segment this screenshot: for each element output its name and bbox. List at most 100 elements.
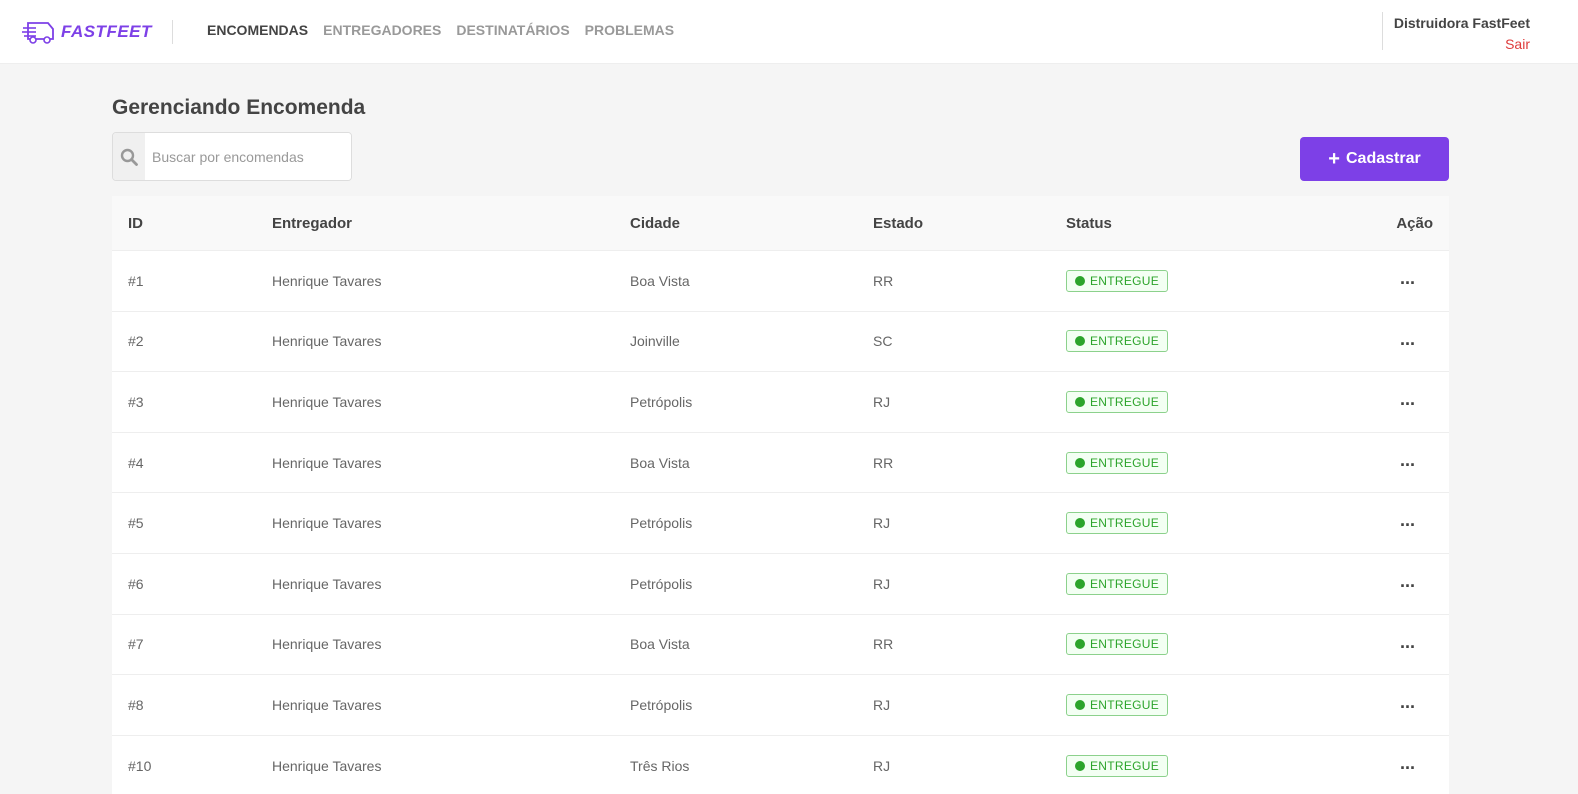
status-dot-icon bbox=[1075, 336, 1085, 347]
cell-id: #10 bbox=[128, 757, 152, 774]
cell-state: RR bbox=[873, 272, 894, 289]
table-row[interactable]: #6 Henrique Tavares Petrópolis RJ ENTREG… bbox=[112, 552, 1449, 614]
header-deliveryman: Entregador bbox=[272, 214, 353, 232]
cell-city: Boa Vista bbox=[630, 454, 690, 471]
search-box bbox=[112, 132, 352, 181]
plus-icon: + bbox=[1328, 148, 1340, 170]
cell-id: #3 bbox=[128, 393, 144, 410]
cell-city: Boa Vista bbox=[630, 636, 690, 653]
more-options-icon[interactable]: ... bbox=[1400, 451, 1415, 469]
table-row[interactable]: #7 Henrique Tavares Boa Vista RR ENTREGU… bbox=[112, 613, 1449, 675]
header-divider bbox=[172, 20, 173, 44]
add-order-button[interactable]: + Cadastrar bbox=[1300, 137, 1449, 181]
status-label: ENTREGUE bbox=[1090, 455, 1160, 470]
header-action: Ação bbox=[1396, 214, 1433, 232]
add-order-label: Cadastrar bbox=[1345, 150, 1421, 167]
more-options-icon[interactable]: ... bbox=[1400, 572, 1415, 590]
status-badge: ENTREGUE bbox=[1066, 269, 1169, 292]
status-badge: ENTREGUE bbox=[1066, 330, 1169, 353]
status-dot-icon bbox=[1075, 639, 1085, 650]
cell-deliveryman: Henrique Tavares bbox=[272, 393, 382, 410]
status-dot-icon bbox=[1075, 518, 1085, 529]
search-icon bbox=[113, 133, 145, 180]
status-label: ENTREGUE bbox=[1090, 576, 1160, 591]
table-row[interactable]: #10 Henrique Tavares Três Rios RJ ENTREG… bbox=[112, 734, 1449, 794]
table-row[interactable]: #8 Henrique Tavares Petrópolis RJ ENTREG… bbox=[112, 674, 1449, 735]
cell-city: Petrópolis bbox=[630, 515, 693, 532]
cell-deliveryman: Henrique Tavares bbox=[272, 515, 382, 532]
more-options-icon[interactable]: ... bbox=[1400, 269, 1415, 287]
status-dot-icon bbox=[1075, 396, 1085, 407]
more-options-icon[interactable]: ... bbox=[1400, 330, 1415, 348]
cell-state: RR bbox=[873, 454, 894, 471]
cell-id: #2 bbox=[128, 333, 144, 350]
more-options-icon[interactable]: ... bbox=[1400, 511, 1415, 529]
table-row[interactable]: #3 Henrique Tavares Petrópolis RJ ENTREG… bbox=[112, 371, 1449, 432]
more-options-icon[interactable]: ... bbox=[1400, 633, 1415, 651]
cell-deliveryman: Henrique Tavares bbox=[272, 636, 382, 653]
cell-state: RJ bbox=[873, 696, 891, 713]
cell-state: RJ bbox=[873, 757, 891, 774]
table-row[interactable]: #1 Henrique Tavares Boa Vista RR ENTREGU… bbox=[112, 250, 1449, 311]
status-dot-icon bbox=[1075, 760, 1085, 771]
more-options-icon[interactable]: ... bbox=[1400, 754, 1415, 772]
status-badge: ENTREGUE bbox=[1066, 693, 1169, 716]
page-title: Gerenciando Encomenda bbox=[112, 96, 366, 119]
cell-city: Três Rios bbox=[630, 757, 690, 774]
status-label: ENTREGUE bbox=[1090, 516, 1160, 531]
status-label: ENTREGUE bbox=[1090, 697, 1160, 712]
status-badge: ENTREGUE bbox=[1066, 451, 1169, 474]
cell-deliveryman: Henrique Tavares bbox=[272, 696, 382, 713]
table-header: ID Entregador Cidade Estado Status Ação bbox=[112, 196, 1449, 250]
cell-state: RJ bbox=[873, 515, 891, 532]
status-badge: ENTREGUE bbox=[1066, 572, 1169, 595]
main-nav: ENCOMENDAS ENTREGADORES DESTINATÁRIOS PR… bbox=[207, 22, 674, 38]
table-row[interactable]: #2 Henrique Tavares Joinville SC ENTREGU… bbox=[112, 310, 1449, 372]
status-badge: ENTREGUE bbox=[1066, 633, 1169, 656]
cell-deliveryman: Henrique Tavares bbox=[272, 454, 382, 471]
nav-item-entregadores[interactable]: ENTREGADORES bbox=[323, 22, 441, 38]
status-label: ENTREGUE bbox=[1090, 637, 1160, 652]
brand-logo[interactable]: FASTFEET bbox=[22, 18, 152, 46]
status-badge: ENTREGUE bbox=[1066, 754, 1169, 777]
table-row[interactable]: #5 Henrique Tavares Petrópolis RJ ENTREG… bbox=[112, 492, 1449, 553]
cell-deliveryman: Henrique Tavares bbox=[272, 757, 382, 774]
status-badge: ENTREGUE bbox=[1066, 390, 1169, 413]
header-id: ID bbox=[128, 214, 143, 232]
nav-item-encomendas[interactable]: ENCOMENDAS bbox=[207, 22, 308, 38]
cell-id: #7 bbox=[128, 636, 144, 653]
cell-city: Petrópolis bbox=[630, 696, 693, 713]
user-profile: Distruidora FastFeet Sair bbox=[1394, 15, 1530, 52]
cell-city: Boa Vista bbox=[630, 272, 690, 289]
more-options-icon[interactable]: ... bbox=[1400, 390, 1415, 408]
more-options-icon[interactable]: ... bbox=[1400, 693, 1415, 711]
logout-link[interactable]: Sair bbox=[1394, 36, 1530, 52]
delivery-truck-icon bbox=[22, 22, 54, 44]
cell-state: RR bbox=[873, 636, 894, 653]
user-divider bbox=[1382, 12, 1383, 50]
status-label: ENTREGUE bbox=[1090, 394, 1160, 409]
cell-id: #1 bbox=[128, 272, 144, 289]
cell-id: #8 bbox=[128, 696, 144, 713]
top-header: FASTFEET ENCOMENDAS ENTREGADORES DESTINA… bbox=[0, 0, 1578, 64]
orders-table: ID Entregador Cidade Estado Status Ação … bbox=[112, 196, 1449, 794]
nav-item-destinatarios[interactable]: DESTINATÁRIOS bbox=[456, 22, 569, 38]
header-state: Estado bbox=[873, 214, 924, 232]
status-dot-icon bbox=[1075, 578, 1085, 589]
header-status: Status bbox=[1066, 214, 1112, 232]
cell-deliveryman: Henrique Tavares bbox=[272, 272, 382, 289]
cell-state: RJ bbox=[873, 575, 891, 592]
cell-state: SC bbox=[873, 333, 893, 350]
table-row[interactable]: #4 Henrique Tavares Boa Vista RR ENTREGU… bbox=[112, 431, 1449, 493]
cell-deliveryman: Henrique Tavares bbox=[272, 333, 382, 350]
search-input[interactable] bbox=[145, 133, 351, 180]
cell-city: Joinville bbox=[630, 333, 680, 350]
status-label: ENTREGUE bbox=[1090, 334, 1160, 349]
cell-city: Petrópolis bbox=[630, 575, 693, 592]
cell-city: Petrópolis bbox=[630, 393, 693, 410]
cell-state: RJ bbox=[873, 393, 891, 410]
status-label: ENTREGUE bbox=[1090, 758, 1160, 773]
nav-item-problemas[interactable]: PROBLEMAS bbox=[585, 22, 674, 38]
user-name: Distruidora FastFeet bbox=[1393, 15, 1530, 31]
status-dot-icon bbox=[1075, 457, 1085, 468]
